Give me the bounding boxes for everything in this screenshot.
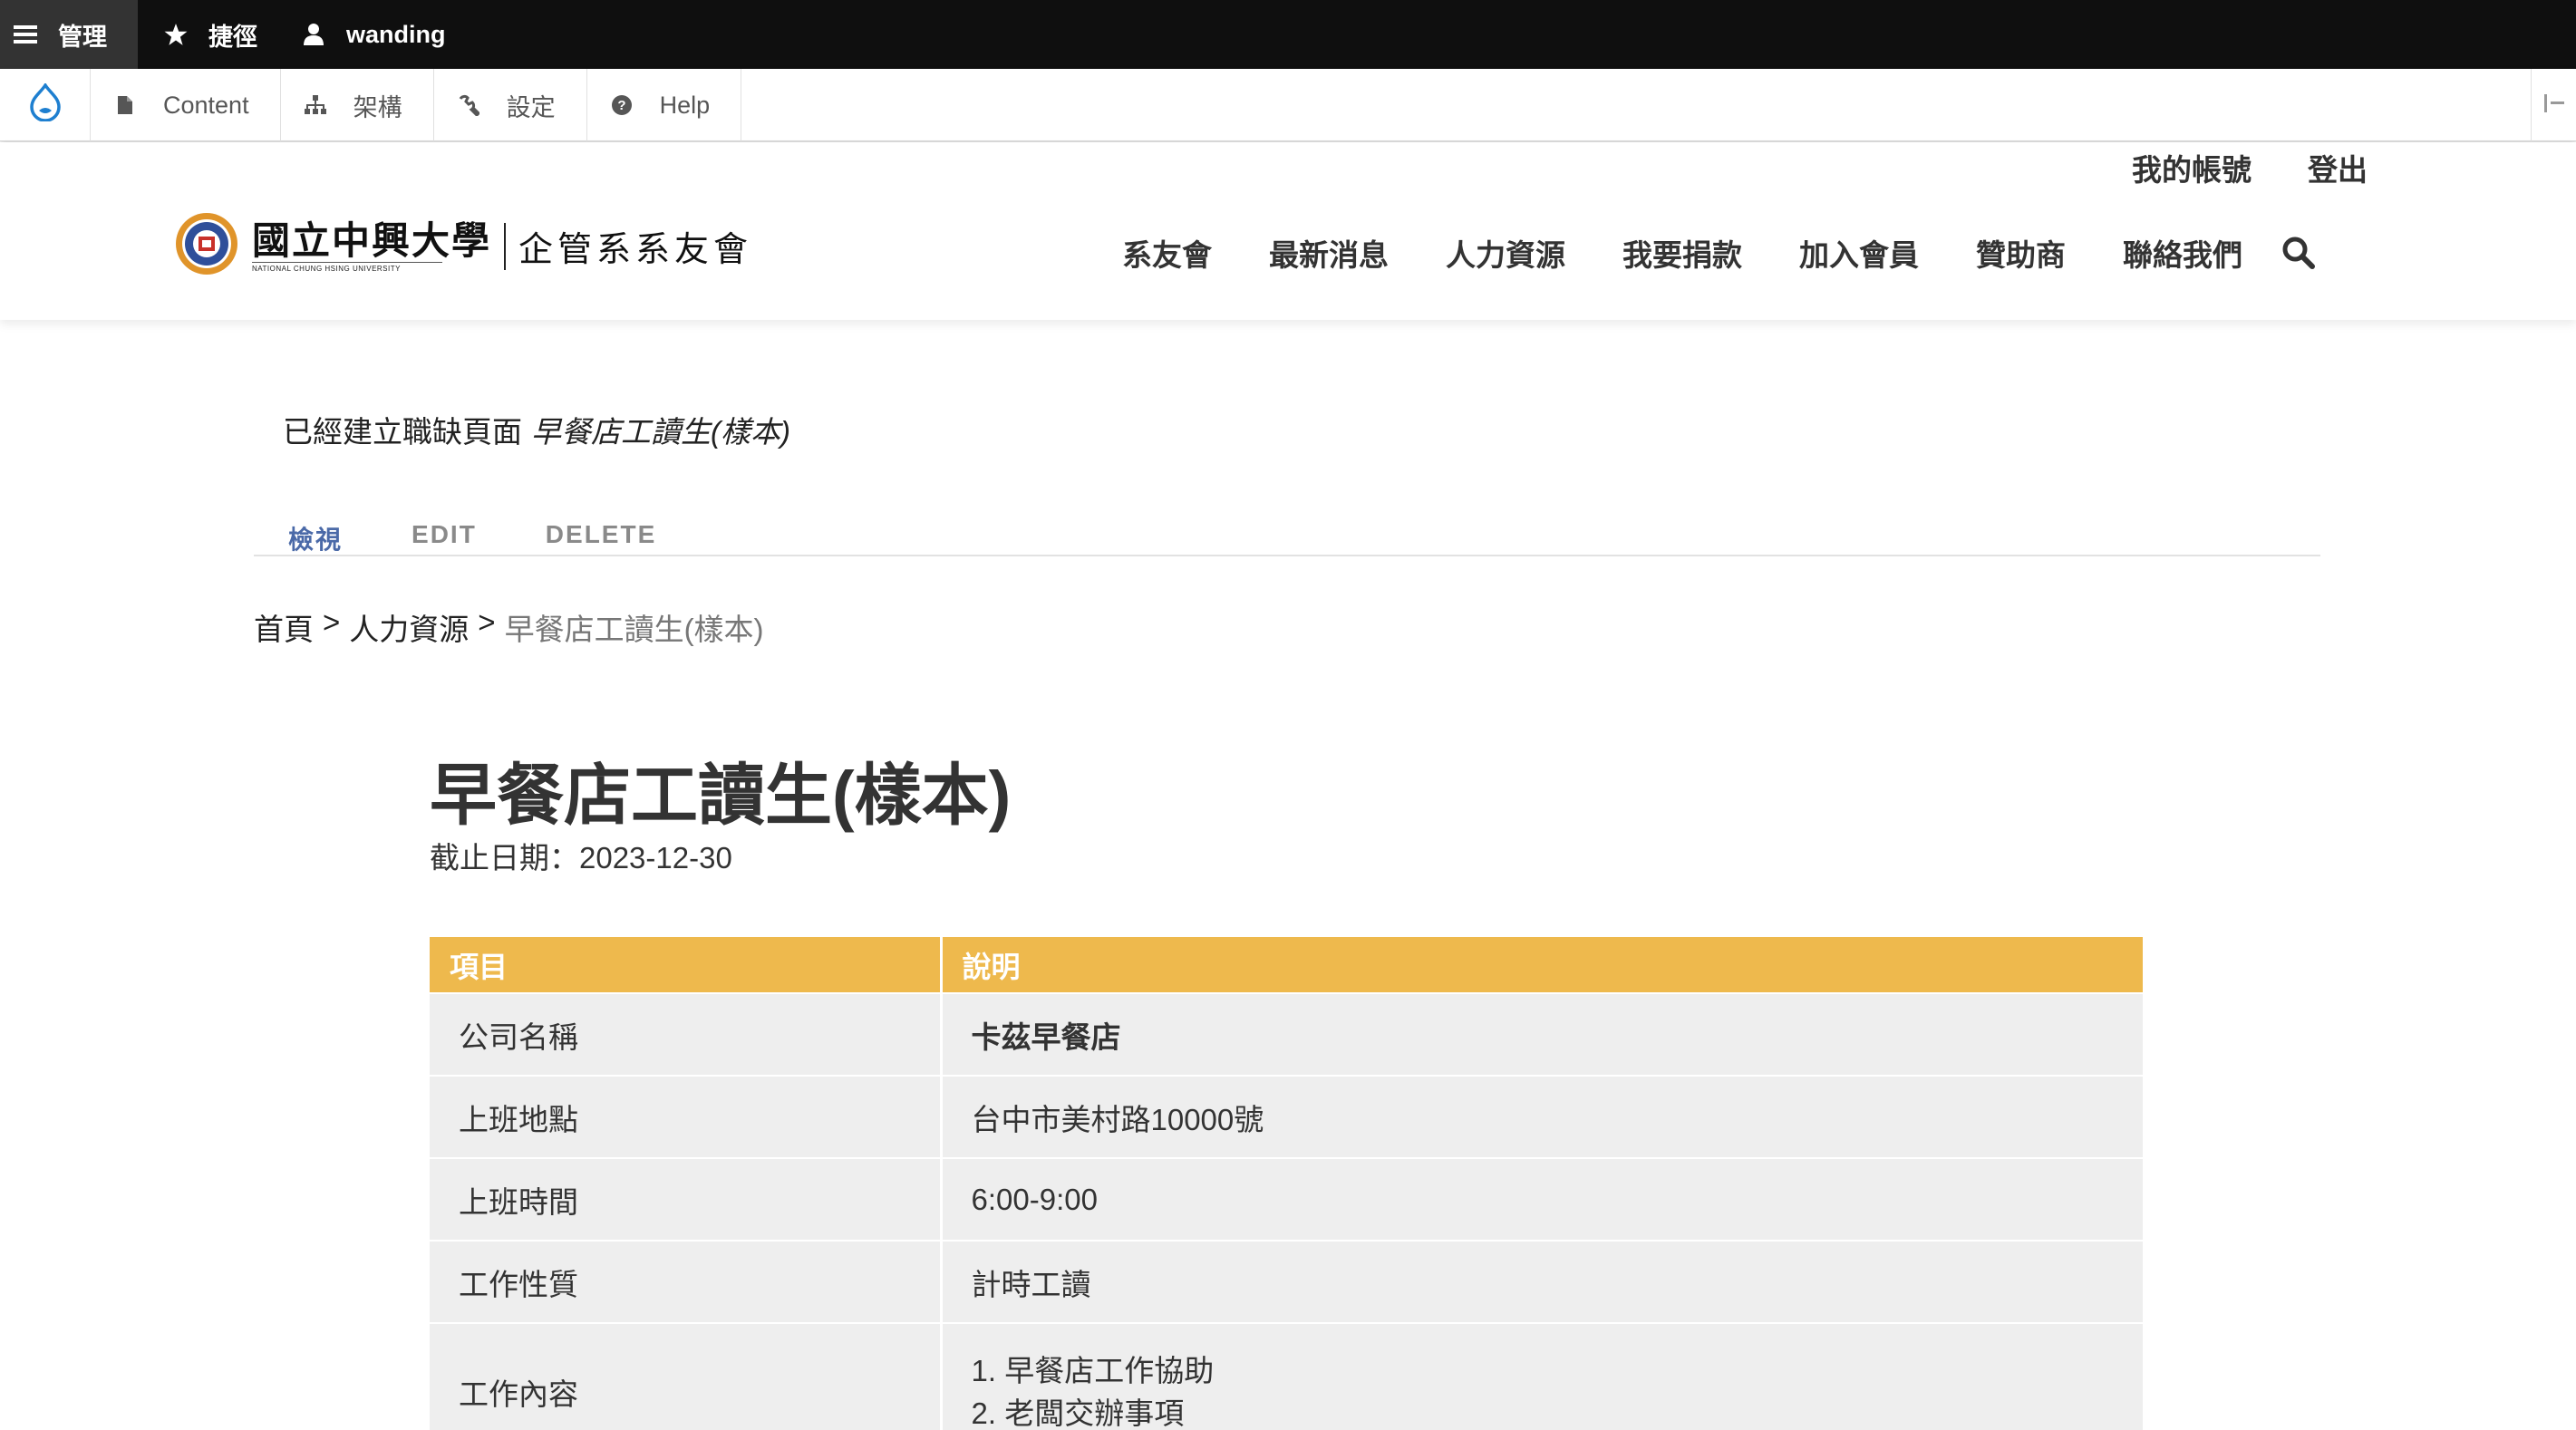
drupal-drop-icon [29,82,61,128]
sitemap-icon [304,94,326,116]
site-logo[interactable]: 國立中興大學 NATIONAL CHUNG HSING UNIVERSITY 企… [174,211,752,281]
tray-item-label: Content [163,91,249,119]
file-icon [114,94,136,116]
tray-item-structure[interactable]: 架構 [281,69,434,141]
tray-item-label: Help [659,91,711,119]
admin-manage-button[interactable]: 管理 [0,0,138,69]
breadcrumb-current: 早餐店工讀生(樣本) [504,613,764,646]
admin-tray: Content 架構 設定 ? Help [0,69,2576,141]
column-header-description: 說明 [939,937,2143,993]
search-icon[interactable] [2281,236,2316,270]
tray-item-help[interactable]: ? Help [587,69,742,141]
row-item: 上班時間 [430,1157,941,1241]
my-account-link[interactable]: 我的帳號 [2132,146,2252,189]
star-icon [163,22,189,47]
table-row: 上班地點 台中市美村路10000號 [430,1075,2143,1158]
logout-link[interactable]: 登出 [2308,146,2368,189]
table-row: 公司名稱 卡茲早餐店 [430,992,2143,1076]
breadcrumb-separator: > [323,605,341,639]
university-seal-icon [174,211,239,281]
nav-item-news[interactable]: 最新消息 [1269,231,1389,275]
university-wordmark: 國立中興大學 NATIONAL CHUNG HSING UNIVERSITY [252,217,492,273]
table-row: 工作內容 1. 早餐店工作協助 2. 老闆交辦事項 [430,1322,2143,1430]
wrench-icon [458,94,479,116]
tray-item-label: 設定 [506,93,556,121]
help-icon: ? [611,94,633,116]
tray-orientation-toggle[interactable] [2531,69,2576,141]
deadline: 截止日期：2023-12-30 [430,834,732,877]
tab-delete[interactable]: DELETE [511,507,691,555]
drupal-home-button[interactable] [0,69,91,141]
row-item: 工作性質 [430,1240,941,1323]
status-message-title: 早餐店工讀生(樣本) [531,415,790,449]
orientation-toggle-icon [2543,93,2564,117]
table-row: 上班時間 6:00-9:00 [430,1157,2143,1241]
university-name-en: NATIONAL CHUNG HSING UNIVERSITY [252,261,442,273]
nav-item-join[interactable]: 加入會員 [1799,231,1919,275]
breadcrumb-home-link[interactable]: 首頁 [254,605,314,649]
tray-item-config[interactable]: 設定 [434,69,587,141]
deadline-value: 2023-12-30 [579,841,732,874]
row-description: 卡茲早餐店 [939,992,2143,1076]
column-header-item: 項目 [430,937,941,993]
list-item: 2. 老闆交辦事項 [971,1396,1185,1430]
table-header-row: 項目 說明 [430,937,2143,993]
table-row: 工作性質 計時工讀 [430,1240,2143,1323]
site-header: 我的帳號 登出 國立中興大學 NATIONAL CHUNG HSING UNIV… [0,142,2576,320]
row-description: 1. 早餐店工作協助 2. 老闆交辦事項 [939,1322,2143,1430]
row-item: 工作內容 [430,1322,941,1430]
row-description: 計時工讀 [939,1240,2143,1323]
university-name: 國立中興大學 [252,217,492,263]
row-description: 6:00-9:00 [939,1157,2143,1241]
main-nav: 系友會 最新消息 人力資源 我要捐款 加入會員 贊助商 聯絡我們 [1122,231,2316,275]
tray-item-content[interactable]: Content [91,69,281,141]
page-title: 早餐店工讀生(樣本) [430,758,1012,833]
admin-user-label: wanding [346,20,446,48]
nav-item-sponsors[interactable]: 贊助商 [1976,231,2066,275]
deadline-label: 截止日期： [430,841,579,874]
breadcrumb: 首頁 > 人力資源 > 早餐店工讀生(樣本) [254,605,764,649]
user-links: 我的帳號 登出 [2132,142,2368,193]
user-icon [301,22,326,47]
duties-list: 1. 早餐店工作協助 2. 老闆交辦事項 [972,1349,2115,1430]
admin-manage-label: 管理 [58,23,107,51]
status-message-text: 已經建立職缺頁面 [283,415,522,449]
tray-item-label: 架構 [353,93,402,121]
hamburger-icon [13,22,38,47]
admin-shortcuts-button[interactable]: 捷徑 [150,0,276,69]
nav-item-contact[interactable]: 聯絡我們 [2123,231,2242,275]
tab-edit[interactable]: EDIT [377,507,511,555]
department-name: 企管系系友會 [518,229,753,269]
nav-item-jobs[interactable]: 人力資源 [1446,231,1565,275]
breadcrumb-section-link[interactable]: 人力資源 [349,605,469,649]
admin-toolbar: 管理 捷徑 wanding [0,0,2576,69]
logo-divider [504,222,507,270]
status-message: 已經建立職缺頁面 早餐店工讀生(樣本) [283,408,790,451]
breadcrumb-separator: > [478,605,496,639]
nav-item-donate[interactable]: 我要捐款 [1622,231,1742,275]
job-details-table: 項目 說明 公司名稱 卡茲早餐店 上班地點 台中市美村路10000號 上班時間 … [430,937,2143,1430]
svg-text:?: ? [617,98,625,113]
admin-user-button[interactable]: wanding [288,0,464,69]
tab-view[interactable]: 檢視 [254,507,377,555]
row-description: 台中市美村路10000號 [939,1075,2143,1158]
admin-shortcuts-label: 捷徑 [208,23,257,51]
list-item: 1. 早餐店工作協助 [971,1353,1215,1387]
row-item: 公司名稱 [430,992,941,1076]
nav-item-alumni[interactable]: 系友會 [1122,231,1212,275]
local-tasks-tabs: 檢視 EDIT DELETE [254,507,2320,556]
row-item: 上班地點 [430,1075,941,1158]
